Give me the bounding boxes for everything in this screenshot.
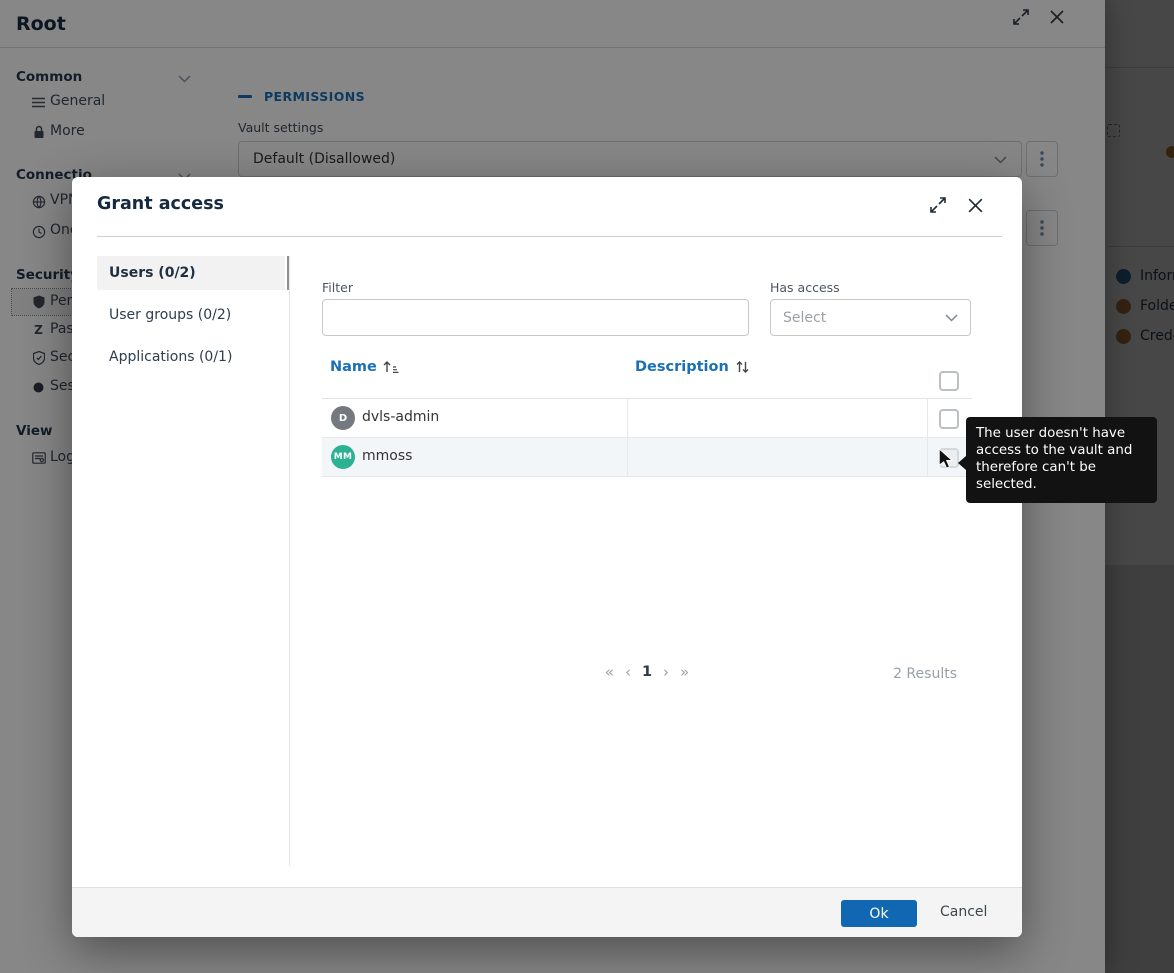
ok-button[interactable]: Ok [841,900,917,927]
column-name-label: Name [330,359,377,375]
table-row-mmoss[interactable]: MM mmoss [322,438,972,477]
tooltip: The user doesn't have access to the vaul… [966,417,1157,503]
row-name: dvls-admin [362,409,439,425]
row-name: mmoss [362,448,412,464]
pagination-first-button[interactable]: « [605,662,614,682]
tab-applications[interactable]: Applications (0/1) [97,340,285,374]
has-access-label: Has access [770,280,840,295]
pagination-current-page[interactable]: 1 [642,664,652,680]
table-row-dvls-admin[interactable]: D dvls-admin [322,399,972,438]
column-description-label: Description [635,359,729,375]
close-icon [966,196,985,215]
sort-both-icon [735,360,750,374]
dialog-expand-button[interactable] [927,194,949,216]
dialog-header-divider [97,236,1002,237]
column-divider [627,398,628,477]
column-divider [927,398,928,477]
select-all-checkbox[interactable] [939,371,959,391]
filter-input[interactable] [322,299,749,336]
dialog-title: Grant access [97,194,224,214]
avatar: MM [331,445,355,469]
dialog-footer: Ok Cancel [72,887,1022,937]
pagination-next-button[interactable]: › [663,662,669,682]
tabs-content-divider [289,256,290,866]
cancel-button[interactable]: Cancel [940,904,987,920]
pagination-prev-button[interactable]: ‹ [625,662,631,682]
has-access-value: Select [783,310,945,326]
grant-access-dialog: Grant access Users (0/2) User groups (0/… [72,177,1022,937]
tab-user-groups[interactable]: User groups (0/2) [97,298,285,332]
dialog-close-button[interactable] [964,194,986,216]
avatar: D [331,406,355,430]
expand-icon [929,196,947,214]
chevron-down-icon [945,313,958,322]
pagination-last-button[interactable]: » [680,662,689,682]
row-checkbox-dvls-admin[interactable] [939,409,959,429]
tab-users[interactable]: Users (0/2) [97,256,285,290]
sort-ascending-icon [383,360,399,374]
mouse-cursor-icon [939,449,954,469]
filter-label: Filter [322,280,353,295]
column-header-name[interactable]: Name [330,359,399,375]
results-count: 2 Results [772,666,957,682]
has-access-select[interactable]: Select [770,299,971,336]
column-header-description[interactable]: Description [635,359,750,375]
